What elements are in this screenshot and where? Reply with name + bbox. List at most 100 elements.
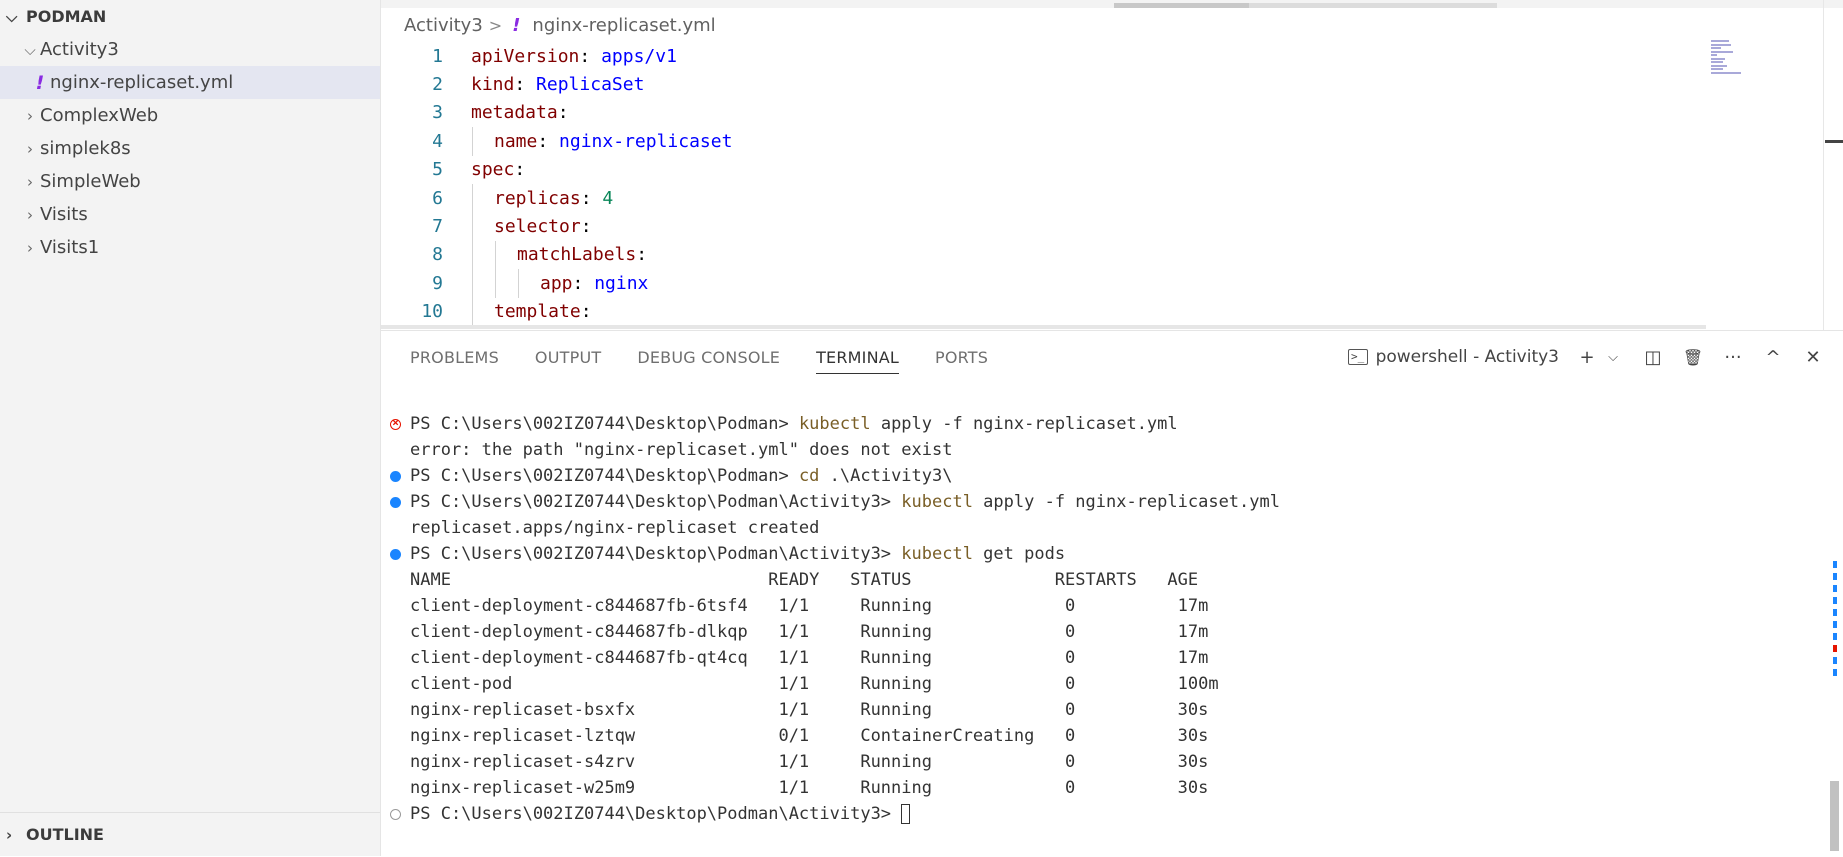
status-dot-icon [390, 496, 401, 508]
chevron-right-icon: › [27, 139, 33, 158]
minimap[interactable] [1711, 40, 1771, 80]
outline-label: OUTLINE [26, 825, 104, 844]
tab-scrollbar-track[interactable] [1249, 3, 1497, 8]
code-line[interactable]: 10 template: [381, 297, 732, 327]
breadcrumb: Activity3 > ! nginx-replicaset.yml [404, 12, 716, 38]
maximize-panel-button[interactable]: ^ [1761, 347, 1785, 368]
terminal-line: PS C:\Users\002IZ0744\Desktop\Podman\Act… [381, 489, 1280, 515]
tab-problems[interactable]: PROBLEMS [410, 338, 499, 377]
command-args: get pods [972, 544, 1066, 564]
prompt: PS C:\Users\002IZ0744\Desktop\Podman> [410, 466, 799, 486]
tab-scrollbar-thumb[interactable] [1114, 3, 1249, 8]
line-number: 7 [432, 216, 443, 238]
line-number: 5 [432, 159, 443, 181]
prompt: PS C:\Users\002IZ0744\Desktop\Podman\Act… [410, 492, 902, 512]
command-name: kubectl [901, 492, 973, 512]
tree-item-label: nginx-replicaset.yml [50, 72, 234, 93]
terminal-scrollbar-thumb[interactable] [1830, 781, 1839, 851]
status-dot-icon [390, 808, 401, 820]
terminal-line: client-pod 1/1 Running 0 100m [381, 671, 1280, 697]
scrollbar-cursor-marker [1825, 140, 1843, 143]
output-text: replicaset.apps/nginx-replicaset created [410, 518, 820, 538]
outline-header[interactable]: › OUTLINE [0, 812, 380, 856]
command-decoration[interactable] [381, 548, 410, 560]
yaml-value: 4 [602, 187, 614, 209]
code-line[interactable]: 3 metadata: [381, 99, 732, 127]
breadcrumb-file[interactable]: nginx-replicaset.yml [532, 15, 715, 36]
status-dot-icon [390, 470, 401, 482]
tree-item[interactable]: › simplek8s [0, 132, 380, 165]
terminal-dropdown-icon[interactable]: ⌵ [1601, 350, 1625, 365]
split-terminal-button[interactable]: ◫ [1641, 347, 1665, 368]
output-text: client-deployment-c844687fb-6tsf4 1/1 Ru… [410, 596, 1209, 616]
yaml-key: matchLabels [517, 244, 637, 266]
terminal-cursor[interactable] [901, 804, 911, 824]
tree-item-label: Activity3 [40, 39, 119, 60]
chevron-right-icon: › [27, 238, 33, 257]
new-terminal-button[interactable]: + [1575, 347, 1599, 368]
chevron-down-icon: ⌵ [6, 7, 18, 26]
code-line[interactable]: 5 spec: [381, 156, 732, 184]
terminal-line: client-deployment-c844687fb-dlkqp 1/1 Ru… [381, 619, 1280, 645]
output-text: nginx-replicaset-lztqw 0/1 ContainerCrea… [410, 726, 1209, 746]
indent-guide [494, 269, 517, 298]
yaml-value: nginx-replicaset [559, 130, 733, 152]
terminal-line: PS C:\Users\002IZ0744\Desktop\Podman> cd… [381, 463, 1280, 489]
yaml-key: apiVersion [471, 45, 580, 67]
tree-item[interactable]: › Visits1 [0, 231, 380, 264]
tab-terminal[interactable]: TERMINAL [816, 338, 899, 377]
terminal-line: PS C:\Users\002IZ0744\Desktop\Podman\Act… [381, 801, 1280, 827]
tree-item[interactable]: › SimpleWeb [0, 165, 380, 198]
command-name: kubectl [901, 544, 973, 564]
editor-vertical-scrollbar[interactable] [1823, 0, 1824, 330]
code-line[interactable]: 1 apiVersion: apps/v1 [381, 42, 732, 70]
kill-terminal-button[interactable]: 🗑 [1681, 348, 1705, 367]
close-panel-button[interactable]: ✕ [1801, 347, 1825, 368]
breadcrumb-folder[interactable]: Activity3 [404, 15, 483, 36]
terminal-line: error: the path "nginx-replicaset.yml" d… [381, 437, 1280, 463]
output-text: error: the path "nginx-replicaset.yml" d… [410, 440, 953, 460]
code-line[interactable]: 7 selector: [381, 212, 732, 242]
indent-guide [517, 269, 540, 298]
editor-horizontal-scrollbar[interactable] [381, 325, 1706, 329]
explorer-root-header[interactable]: ⌵ PODMAN [0, 0, 380, 33]
yaml-key: template [494, 301, 581, 323]
tree-item[interactable]: ! nginx-replicaset.yml [0, 66, 380, 99]
panel-actions: >_ powershell - Activity3 + ⌵ ◫ 🗑 ··· ^ … [1347, 331, 1825, 383]
command-decoration[interactable] [381, 496, 410, 508]
line-number: 8 [432, 244, 443, 266]
chevron-right-icon: › [27, 205, 33, 224]
yaml-value: apps/v1 [601, 45, 677, 67]
prompt: PS C:\Users\002IZ0744\Desktop\Podman> [410, 414, 799, 434]
indent-guide [471, 212, 494, 242]
tab-debug-console[interactable]: DEBUG CONSOLE [637, 338, 780, 377]
tree-item-label: ComplexWeb [40, 105, 159, 126]
terminal-output[interactable]: PS C:\Users\002IZ0744\Desktop\Podman> ku… [381, 411, 1280, 827]
command-decoration[interactable] [381, 808, 410, 820]
output-text: nginx-replicaset-bsxfx 1/1 Running 0 30s [410, 700, 1209, 720]
code-line[interactable]: 8 matchLabels: [381, 240, 732, 270]
terminal-name: powershell - Activity3 [1375, 347, 1559, 367]
chevron-down-icon: ⌵ [24, 40, 36, 59]
tree-item[interactable]: ⌵ Activity3 [0, 33, 380, 66]
tab-ports[interactable]: PORTS [935, 338, 988, 377]
code-line[interactable]: 9 app: nginx [381, 269, 732, 298]
tree-item[interactable]: › ComplexWeb [0, 99, 380, 132]
code-line[interactable]: 2 kind: ReplicaSet [381, 70, 732, 98]
terminal-line: client-deployment-c844687fb-6tsf4 1/1 Ru… [381, 593, 1280, 619]
terminal-selector[interactable]: >_ powershell - Activity3 [1347, 347, 1559, 367]
command-name: kubectl [798, 414, 871, 434]
command-decoration[interactable] [381, 416, 410, 430]
code-line[interactable]: 6 replicas: 4 [381, 183, 732, 213]
terminal-line: NAME READY STATUS RESTARTS AGE [381, 567, 1280, 593]
tab-output[interactable]: OUTPUT [535, 338, 601, 377]
tree-item-label: simplek8s [40, 138, 131, 159]
indent-guide [471, 269, 494, 298]
more-actions-button[interactable]: ··· [1721, 347, 1745, 368]
prompt: PS C:\Users\002IZ0744\Desktop\Podman\Act… [410, 544, 902, 564]
code-line[interactable]: 4 name: nginx-replicaset [381, 127, 733, 156]
tree-item[interactable]: › Visits [0, 198, 380, 231]
code-editor[interactable]: 1 apiVersion: apps/v1 2 kind: ReplicaSet 3 me… [381, 42, 733, 327]
command-decoration[interactable] [381, 470, 410, 482]
terminal-line: PS C:\Users\002IZ0744\Desktop\Podman> ku… [381, 411, 1280, 437]
